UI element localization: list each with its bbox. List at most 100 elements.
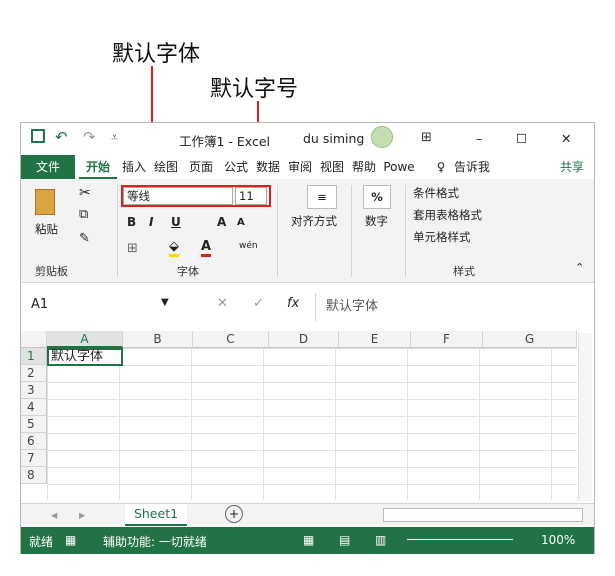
row-header-2[interactable]: 2 (21, 365, 47, 382)
grow-font-button[interactable]: A (217, 215, 226, 229)
cut-icon[interactable]: ✂ (79, 185, 91, 201)
fx-icon[interactable]: fx (287, 296, 299, 311)
tab-help[interactable]: 帮助 (349, 155, 379, 179)
tab-file[interactable]: 文件 (21, 155, 75, 179)
cell-a1[interactable]: 默认字体 (47, 348, 123, 366)
format-painter-icon[interactable]: ✎ (79, 231, 90, 246)
fill-color-icon[interactable]: ⬙ (169, 239, 179, 257)
ribbon-display-icon[interactable]: ⊞ (421, 130, 432, 145)
tab-view[interactable]: 视图 (317, 155, 347, 179)
font-group-label: 字体 (177, 265, 199, 278)
avatar[interactable] (371, 126, 393, 148)
paste-button[interactable]: 粘贴 (35, 221, 58, 237)
column-header-c[interactable]: C (193, 331, 269, 348)
clipboard-group-label: 剪贴板 (35, 265, 68, 278)
column-header-d[interactable]: D (269, 331, 339, 348)
name-box-dropdown-icon[interactable]: ▼ (161, 297, 169, 308)
title-bar: ↶ ↷ ⩡ 工作簿1 - Excel du siming ⊞ – ☐ ✕ (21, 123, 594, 155)
save-icon[interactable] (31, 129, 45, 143)
formula-bar: A1 ▼ ✕ ✓ fx 默认字体 (21, 293, 594, 323)
zoom-slider[interactable] (407, 539, 513, 540)
window-title: 工作簿1 - Excel (179, 134, 271, 149)
alignment-button[interactable]: 对齐方式 (291, 213, 337, 229)
row-header-6[interactable]: 6 (21, 433, 47, 450)
select-all-corner[interactable] (21, 331, 47, 348)
row-header-7[interactable]: 7 (21, 450, 47, 467)
separator (405, 185, 406, 277)
maximize-button[interactable]: ☐ (516, 131, 527, 146)
redo-icon[interactable]: ↷ (83, 128, 96, 146)
tab-page-layout[interactable]: 页面 (183, 155, 219, 179)
cell-styles-button[interactable]: 单元格样式 (413, 229, 471, 245)
tab-power[interactable]: Powe (381, 155, 417, 179)
column-header-a[interactable]: A (47, 331, 123, 348)
close-button[interactable]: ✕ (561, 131, 571, 146)
next-sheet-icon[interactable]: ▸ (79, 507, 85, 522)
tab-review[interactable]: 审阅 (285, 155, 315, 179)
row-header-5[interactable]: 5 (21, 416, 47, 433)
zoom-level[interactable]: 100% (541, 533, 575, 547)
column-header-b[interactable]: B (123, 331, 193, 348)
formula-input[interactable]: 默认字体 (315, 293, 585, 321)
phonetic-icon[interactable]: wén (239, 241, 258, 251)
excel-window: ↶ ↷ ⩡ 工作簿1 - Excel du siming ⊞ – ☐ ✕ 文件 … (20, 122, 595, 554)
ribbon-tabs: 文件 开始 插入 绘图 页面 公式 数据 审阅 视图 帮助 Powe ♀ 告诉我… (21, 155, 594, 179)
row-header-3[interactable]: 3 (21, 382, 47, 399)
collapse-ribbon-icon[interactable]: ⌃ (575, 261, 584, 274)
status-bar: 就绪 ▦ 辅助功能: 一切就绪 ▦ ▤ ▥ 100% (21, 527, 594, 554)
user-name: du siming (303, 131, 365, 146)
page-layout-view-icon[interactable]: ▤ (339, 533, 350, 547)
italic-button[interactable]: I (149, 215, 153, 229)
horizontal-scrollbar[interactable] (383, 508, 583, 522)
share-button[interactable]: 共享 (549, 155, 595, 179)
customize-qat-icon[interactable]: ⩡ (111, 129, 118, 145)
page-break-view-icon[interactable]: ▥ (375, 533, 386, 547)
copy-icon[interactable]: ⧉ (79, 207, 88, 222)
column-header-f[interactable]: F (411, 331, 483, 348)
enter-icon[interactable]: ✓ (253, 296, 264, 311)
border-icon[interactable]: ⊞ (127, 241, 138, 256)
grid-lines (47, 348, 577, 501)
tell-me-box[interactable]: 告诉我 (451, 155, 493, 179)
conditional-format-button[interactable]: 条件格式 (413, 185, 459, 201)
tab-draw[interactable]: 绘图 (151, 155, 181, 179)
lightbulb-icon[interactable]: ♀ (433, 155, 449, 179)
tab-formulas[interactable]: 公式 (221, 155, 251, 179)
add-sheet-button[interactable]: + (225, 505, 243, 523)
status-mode: 就绪 (29, 535, 54, 549)
separator (351, 185, 352, 277)
shrink-font-button[interactable]: A (237, 217, 245, 228)
separator (277, 185, 278, 277)
tab-data[interactable]: 数据 (253, 155, 283, 179)
prev-sheet-icon[interactable]: ◂ (51, 507, 57, 522)
row-header-8[interactable]: 8 (21, 467, 47, 484)
font-settings-highlight (121, 185, 271, 207)
styles-group-label: 样式 (453, 265, 475, 278)
row-header-4[interactable]: 4 (21, 399, 47, 416)
ribbon-home: 粘贴 ✂ ⧉ ✎ 剪贴板 等线 11 B I U A A ⊞ ⬙ A wén 字… (21, 179, 594, 283)
row-header-1[interactable]: 1 (21, 348, 47, 365)
tab-insert[interactable]: 插入 (119, 155, 149, 179)
percent-icon[interactable]: % (363, 185, 391, 209)
align-icon[interactable]: ≡ (307, 185, 337, 209)
cancel-icon[interactable]: ✕ (217, 296, 228, 311)
column-header-g[interactable]: G (483, 331, 577, 348)
column-header-e[interactable]: E (339, 331, 411, 348)
normal-view-icon[interactable]: ▦ (303, 533, 314, 547)
underline-button[interactable]: U (171, 215, 181, 229)
font-color-icon[interactable]: A (201, 239, 212, 257)
undo-icon[interactable]: ↶ (55, 128, 68, 146)
name-box[interactable]: A1 (31, 297, 48, 312)
tab-home[interactable]: 开始 (79, 155, 117, 179)
sheet-tab-sheet1[interactable]: Sheet1 (125, 504, 187, 526)
minimize-button[interactable]: – (476, 131, 482, 146)
number-button[interactable]: 数字 (365, 213, 388, 229)
sheet-tab-bar: ◂ ▸ Sheet1 + (21, 503, 594, 526)
separator (117, 185, 118, 277)
clipboard-icon[interactable] (35, 189, 55, 215)
format-as-table-button[interactable]: 套用表格格式 (413, 207, 482, 223)
bold-button[interactable]: B (127, 215, 136, 229)
vertical-scrollbar[interactable] (578, 333, 592, 501)
accessibility-status[interactable]: 辅助功能: 一切就绪 (103, 533, 207, 550)
macro-record-icon[interactable]: ▦ (65, 533, 76, 547)
